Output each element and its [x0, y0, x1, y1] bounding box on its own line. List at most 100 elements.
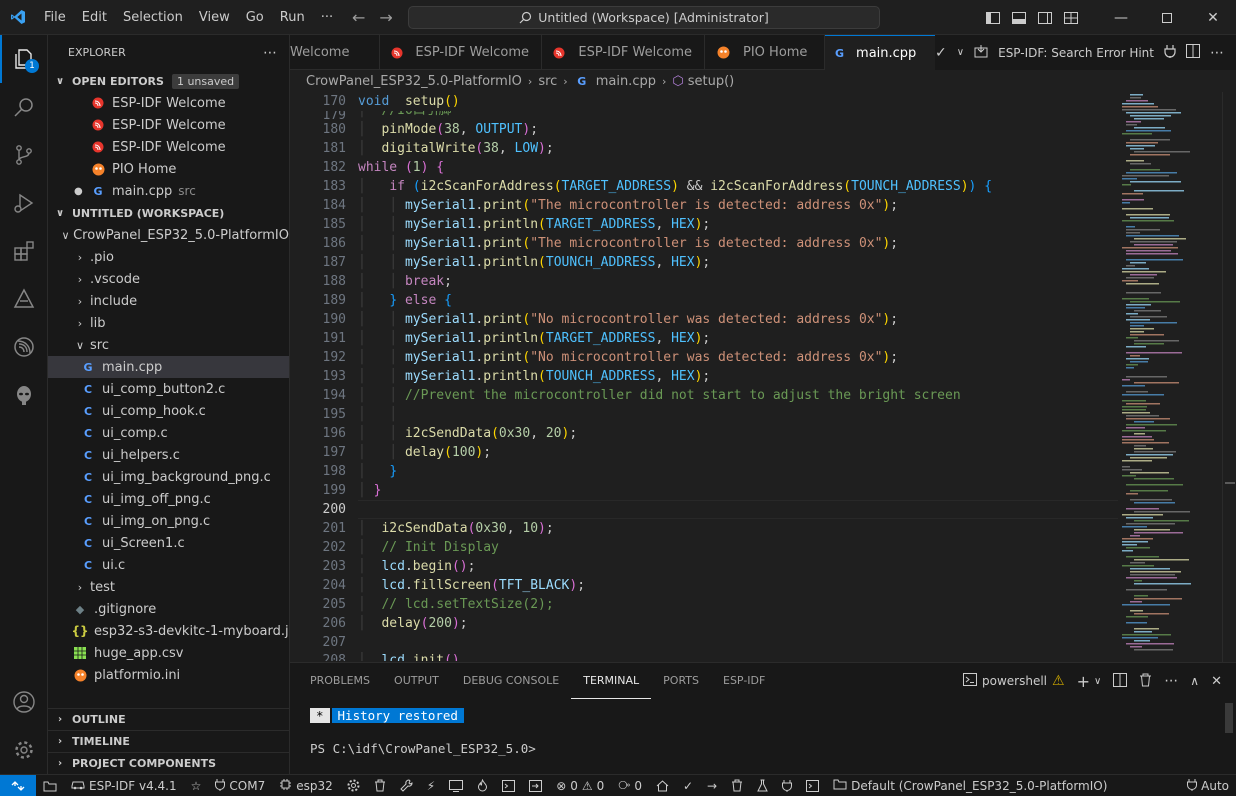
open-editor-item-main-cpp[interactable]: ● G main.cpp src [48, 180, 289, 202]
terminal-icon[interactable] [495, 775, 522, 796]
star-icon[interactable]: ☆ [184, 775, 209, 796]
target-selector[interactable]: esp32 [272, 775, 340, 796]
file-c[interactable]: C ui_img_off_png.c [48, 488, 289, 510]
split-terminal-icon[interactable] [1113, 672, 1128, 690]
home-icon[interactable] [649, 775, 676, 796]
more-actions-icon[interactable]: ⋯ [1164, 673, 1178, 689]
accounts-icon[interactable] [0, 678, 48, 726]
more-actions-icon[interactable]: ⋯ [1210, 45, 1224, 61]
folder-lib[interactable]: › lib [48, 312, 289, 334]
open-editor-item[interactable]: ESP-IDF Welcome [48, 136, 289, 158]
upload-arrow-icon[interactable]: → [700, 775, 724, 796]
tab-esp-idf-welcome[interactable]: ESP-IDF Welcome [380, 35, 542, 70]
workspace-header[interactable]: ∨ UNTITLED (WORKSPACE) [48, 202, 289, 224]
minimap[interactable] [1120, 92, 1222, 662]
tab-welcome[interactable]: Welcome [290, 35, 380, 70]
file-json[interactable]: {} esp32-s3-devkitc-1-myboard.json [48, 620, 289, 642]
search-activity-icon[interactable] [0, 83, 48, 131]
menu-edit[interactable]: Edit [74, 0, 115, 35]
folder-pio[interactable]: › .pio [48, 246, 289, 268]
run-debug-icon[interactable] [0, 179, 48, 227]
file-c[interactable]: C ui_comp_button2.c [48, 378, 289, 400]
toggle-panel-icon[interactable] [1006, 0, 1032, 35]
file-main-cpp[interactable]: G main.cpp [48, 356, 289, 378]
file-gitignore[interactable]: ◆ .gitignore [48, 598, 289, 620]
terminal-scrollbar[interactable] [1222, 703, 1236, 775]
tab-esp-idf-welcome[interactable]: ESP-IDF Welcome [542, 35, 705, 70]
editor-scrollbar[interactable] [1222, 92, 1236, 662]
remote-indicator-icon[interactable] [0, 774, 36, 796]
menu-more[interactable]: ··· [313, 0, 341, 35]
search-error-hint-button[interactable]: ESP-IDF: Search Error Hint [998, 46, 1154, 60]
monitor-icon[interactable] [442, 775, 470, 796]
tab-output[interactable]: OUTPUT [382, 663, 451, 699]
file-c[interactable]: C ui_Screen1.c [48, 532, 289, 554]
settings-gear-icon[interactable] [0, 726, 48, 774]
outline-header[interactable]: › OUTLINE [48, 708, 289, 730]
esp-idf-version[interactable]: ESP-IDF v4.4.1 [64, 775, 184, 796]
code-editor[interactable]: 170 179 180 181 182 183 184 185 186 187 … [290, 92, 1236, 662]
gear-icon[interactable] [340, 775, 367, 796]
file-c[interactable]: C ui_comp_hook.c [48, 400, 289, 422]
checkmark-icon[interactable]: ✓ [935, 45, 947, 61]
project-env-selector[interactable]: Default (CrowPanel_ESP32_5.0-PlatformIO) [826, 775, 1114, 796]
flame-icon[interactable] [470, 775, 495, 796]
auto-selector[interactable]: Auto [1180, 775, 1236, 796]
file-c[interactable]: C ui_img_on_png.c [48, 510, 289, 532]
project-components-header[interactable]: › PROJECT COMPONENTS [48, 752, 289, 774]
file-platformio-ini[interactable]: platformio.ini [48, 664, 289, 686]
back-arrow-icon[interactable]: ← [352, 8, 365, 27]
breadcrumb-src[interactable]: src [538, 74, 557, 89]
file-c[interactable]: C ui_img_background_png.c [48, 466, 289, 488]
breadcrumb-folder[interactable]: CrowPanel_ESP32_5.0-PlatformIO [306, 74, 522, 89]
upload-icon[interactable] [522, 775, 549, 796]
breadcrumb-symbol[interactable]: setup() [688, 74, 735, 89]
chevron-down-icon[interactable]: ∨ [1094, 676, 1101, 687]
forward-arrow-icon[interactable]: → [379, 8, 392, 27]
open-editors-header[interactable]: ∨ OPEN EDITORS 1 unsaved [48, 70, 289, 92]
tab-problems[interactable]: PROBLEMS [298, 663, 382, 699]
toggle-secondary-sidebar-icon[interactable] [1032, 0, 1058, 35]
flash-icon[interactable]: ⚡ [420, 775, 442, 796]
plug-icon[interactable] [1164, 44, 1176, 61]
source-control-icon[interactable] [0, 131, 48, 179]
menu-go[interactable]: Go [238, 0, 272, 35]
minimize-icon[interactable]: — [1098, 0, 1144, 35]
open-editor-item[interactable]: ESP-IDF Welcome [48, 114, 289, 136]
clean-trash-icon[interactable] [724, 775, 750, 796]
tab-esp-idf[interactable]: ESP-IDF [711, 663, 777, 699]
tab-terminal[interactable]: TERMINAL [571, 663, 652, 699]
trash-icon[interactable] [1139, 673, 1152, 690]
command-center-search[interactable]: Untitled (Workspace) [Administrator] [408, 6, 880, 29]
maximize-icon[interactable] [1144, 0, 1190, 35]
platformio-activity-icon[interactable] [0, 275, 48, 323]
breadcrumb-file[interactable]: main.cpp [596, 74, 656, 89]
test-flask-icon[interactable] [750, 775, 775, 796]
folder-src[interactable]: ∨ src [48, 334, 289, 356]
maximize-panel-icon[interactable]: ∧ [1190, 674, 1199, 688]
alien-extension-icon[interactable] [0, 371, 48, 419]
file-c[interactable]: C ui_helpers.c [48, 444, 289, 466]
wrench-icon[interactable] [393, 775, 420, 796]
espressif-activity-icon[interactable] [0, 323, 48, 371]
explorer-activity-icon[interactable]: 1 [0, 35, 48, 83]
folder-include[interactable]: › include [48, 290, 289, 312]
tab-ports[interactable]: PORTS [651, 663, 711, 699]
port-selector[interactable]: COM7 [208, 775, 272, 796]
folder-vscode[interactable]: › .vscode [48, 268, 289, 290]
problems-indicator[interactable]: ⊗ 0 ⚠ 0 [549, 775, 611, 796]
terminal-icon[interactable] [799, 775, 826, 796]
split-editor-icon[interactable] [1186, 44, 1200, 61]
customize-layout-icon[interactable] [1058, 0, 1084, 35]
file-c[interactable]: C ui_comp.c [48, 422, 289, 444]
serial-plug-icon[interactable] [775, 775, 799, 796]
extensions-icon[interactable] [0, 227, 48, 275]
file-c[interactable]: C ui.c [48, 554, 289, 576]
close-panel-icon[interactable]: ✕ [1211, 674, 1222, 689]
ports-indicator[interactable]: ⧂ 0 [611, 775, 649, 796]
esp-idf-hint-icon[interactable] [974, 44, 988, 61]
file-csv[interactable]: huge_app.csv [48, 642, 289, 664]
folder-root[interactable]: ∨ CrowPanel_ESP32_5.0-PlatformIO [48, 224, 289, 246]
toggle-primary-sidebar-icon[interactable] [980, 0, 1006, 35]
open-editor-item[interactable]: ESP-IDF Welcome [48, 92, 289, 114]
